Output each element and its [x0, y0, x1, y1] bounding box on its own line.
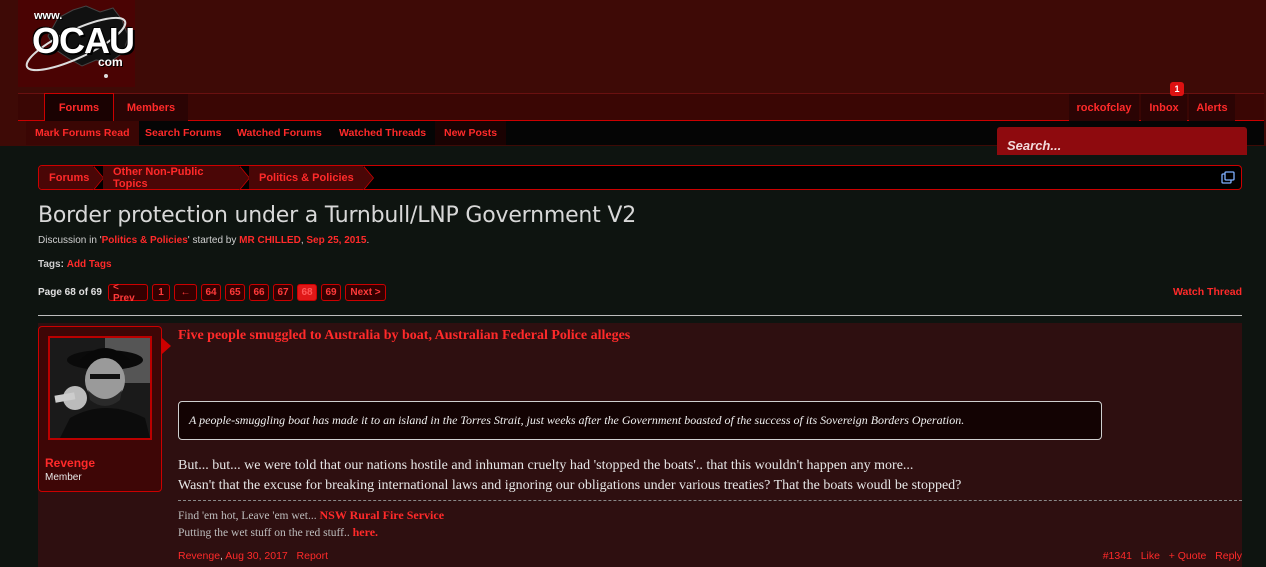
- breadcrumb-arrow: [93, 166, 103, 190]
- tags-label: Tags:: [38, 259, 64, 270]
- signature-text: Putting the wet stuff on the red stuff..: [178, 527, 353, 539]
- breadcrumb-other-non-public[interactable]: Other Non-Public Topics: [103, 165, 239, 190]
- account-username: rockofclay: [1076, 101, 1132, 114]
- post-article-link[interactable]: Five people smuggled to Australia by boa…: [178, 328, 630, 344]
- prev-page-button[interactable]: < Prev: [108, 282, 148, 304]
- page-link-1[interactable]: 1: [152, 284, 170, 301]
- content-divider: [38, 315, 1242, 316]
- page-link-66[interactable]: 66: [249, 284, 269, 301]
- quote-button[interactable]: + Quote: [1169, 550, 1207, 562]
- breadcrumb-politics[interactable]: Politics & Policies: [249, 166, 363, 189]
- next-page-button[interactable]: Next >: [345, 284, 386, 301]
- post-number-link[interactable]: #1341: [1103, 550, 1132, 562]
- breadcrumb-politics-label: Politics & Policies: [259, 171, 354, 184]
- subnav-mark-forums-read[interactable]: Mark Forums Read: [26, 121, 139, 145]
- inbox-label: Inbox: [1149, 101, 1179, 114]
- signature-here-link[interactable]: here.: [353, 525, 378, 539]
- report-link[interactable]: Report: [297, 550, 329, 562]
- user-title: Member: [45, 472, 82, 483]
- logo-com: com: [98, 55, 123, 69]
- breadcrumb-forums[interactable]: Forums: [39, 166, 93, 189]
- post-quote: A people-smuggling boat has made it to a…: [178, 401, 1102, 440]
- avatar[interactable]: [48, 336, 152, 440]
- page-link-current[interactable]: 68: [297, 284, 317, 301]
- post-footer-left: Revenge, Aug 30, 2017 Report: [178, 550, 329, 562]
- tab-members[interactable]: Members: [114, 94, 188, 121]
- meta-date-link[interactable]: Sep 25, 2015: [306, 235, 366, 246]
- post-username[interactable]: Revenge: [45, 456, 95, 470]
- page-link-64[interactable]: 64: [201, 284, 221, 301]
- tab-forums[interactable]: Forums: [44, 93, 114, 121]
- page-link-69[interactable]: 69: [321, 284, 341, 301]
- thread-title: Border protection under a Turnbull/LNP G…: [38, 203, 637, 228]
- meta-author-link[interactable]: MR CHILLED: [239, 235, 301, 246]
- user-card-pointer: [162, 338, 171, 354]
- reply-button[interactable]: Reply: [1215, 550, 1242, 562]
- breadcrumb-arrow: [239, 166, 249, 190]
- post-body-line: But... but... we were told that our nati…: [178, 458, 914, 473]
- page-jump-button[interactable]: ←: [174, 284, 197, 301]
- meta-text: .: [366, 235, 370, 246]
- main-nav: Forums Members rockofclay Inbox Alerts: [18, 93, 1264, 121]
- page-link-67[interactable]: 67: [273, 284, 293, 301]
- add-tags-link[interactable]: Add Tags: [67, 259, 112, 270]
- subnav-new-posts[interactable]: New Posts: [435, 121, 507, 145]
- avatar-image: [50, 338, 150, 438]
- signature-rfs-link[interactable]: NSW Rural Fire Service: [319, 508, 444, 522]
- breadcrumb-arrow: [363, 166, 373, 190]
- signature-text: Find 'em hot, Leave 'em wet...: [178, 510, 320, 522]
- watch-thread-link[interactable]: Watch Thread: [1173, 286, 1242, 298]
- tab-forums-label: Forums: [58, 101, 100, 114]
- page-link-65[interactable]: 65: [225, 284, 245, 301]
- search-input[interactable]: [997, 127, 1247, 155]
- subnav-watched-forums[interactable]: Watched Forums: [228, 121, 331, 145]
- footer-author-link[interactable]: Revenge: [178, 550, 220, 562]
- post-footer-right: #1341 Like + Quote Reply: [1103, 550, 1242, 562]
- thread-meta: Discussion in 'Politics & Policies' star…: [38, 235, 369, 246]
- breadcrumb-forums-label: Forums: [49, 171, 90, 184]
- post-body-line: Wasn't that the excuse for breaking inte…: [178, 478, 962, 493]
- inbox-count-badge: 1: [1170, 82, 1184, 96]
- subnav-search-forums[interactable]: Search Forums: [136, 121, 230, 145]
- signature-divider: [178, 500, 1242, 501]
- meta-text: ' started by: [187, 235, 240, 246]
- signature-line: Find 'em hot, Leave 'em wet... NSW Rural…: [178, 507, 444, 524]
- page-indicator: Page 68 of 69: [38, 287, 102, 298]
- breadcrumb-other-label: Other Non-Public Topics: [113, 165, 204, 190]
- subnav-watched-threads[interactable]: Watched Threads: [330, 121, 435, 145]
- meta-text: Discussion in ': [38, 235, 102, 246]
- meta-forum-link[interactable]: Politics & Policies: [102, 235, 188, 246]
- footer-date-link[interactable]: Aug 30, 2017: [225, 550, 287, 562]
- signature: Find 'em hot, Leave 'em wet... NSW Rural…: [178, 507, 444, 541]
- alerts-label: Alerts: [1196, 101, 1228, 114]
- breadcrumb: Forums Other Non-Public Topics Politics …: [38, 165, 1242, 190]
- account-link[interactable]: rockofclay: [1069, 94, 1139, 121]
- like-button[interactable]: Like: [1141, 550, 1160, 562]
- post-body: But... but... we were told that our nati…: [178, 456, 961, 496]
- inbox-link[interactable]: Inbox: [1141, 94, 1187, 121]
- signature-line: Putting the wet stuff on the red stuff..…: [178, 524, 444, 541]
- tab-members-label: Members: [126, 101, 176, 114]
- alerts-link[interactable]: Alerts: [1189, 94, 1235, 121]
- site-logo[interactable]: www. OCAU com: [18, 0, 135, 87]
- jump-to-page-icon[interactable]: [1221, 171, 1235, 184]
- thread-tags: Tags: Add Tags: [38, 259, 112, 270]
